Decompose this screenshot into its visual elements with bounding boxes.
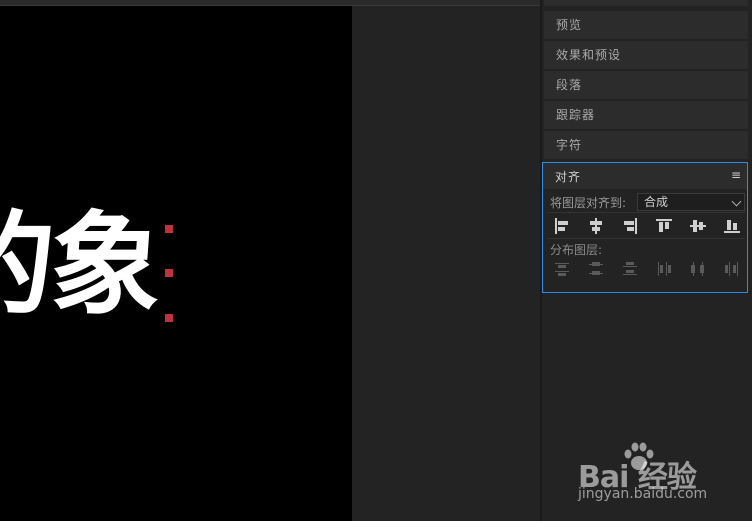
align-vertical-center-button[interactable]	[688, 216, 708, 236]
distribute-left-button[interactable]	[654, 259, 674, 279]
panel-tab-effects-presets[interactable]: 效果和预设	[544, 41, 748, 69]
align-panel-title: 对齐	[555, 170, 582, 184]
chevron-down-icon	[731, 196, 742, 207]
distribute-separator	[547, 238, 745, 239]
bounding-handle-top-right[interactable]	[165, 225, 173, 233]
align-panel: 对齐 ≡ 将图层对齐到: 合成 分布图层:	[542, 162, 748, 293]
distribute-left-icon	[658, 262, 671, 276]
align-separator	[547, 212, 745, 213]
panel-menu-icon[interactable]: ≡	[731, 168, 741, 182]
distribute-label: 分布图层:	[550, 243, 603, 257]
align-right-button[interactable]	[620, 216, 640, 236]
distribute-top-icon	[555, 263, 569, 276]
align-bottom-button[interactable]	[722, 216, 742, 236]
align-left-icon	[555, 218, 568, 234]
align-to-label: 将图层对齐到:	[550, 196, 627, 210]
composition-canvas[interactable]: 的象	[0, 6, 352, 521]
distribute-horizontal-center-icon	[691, 262, 704, 276]
align-top-icon	[656, 219, 672, 232]
panel-tab-tracker[interactable]: 跟踪器	[544, 101, 748, 129]
align-right-icon	[624, 218, 637, 234]
distribute-bottom-icon	[623, 262, 637, 275]
panel-tab-character[interactable]: 字符	[544, 131, 748, 159]
align-bottom-icon	[724, 220, 740, 233]
align-vertical-center-icon	[690, 220, 706, 232]
distribute-vertical-center-button[interactable]	[586, 259, 606, 279]
watermark-url: jingyan.baidu.com	[578, 486, 708, 502]
distribute-vertical-center-icon	[589, 262, 603, 275]
align-left-button[interactable]	[552, 216, 572, 236]
align-to-value: 合成	[644, 195, 669, 209]
canvas-text-layer[interactable]: 的象	[0, 201, 163, 331]
bounding-handle-bottom-right[interactable]	[165, 314, 173, 322]
align-to-dropdown[interactable]: 合成	[637, 193, 745, 211]
align-top-button[interactable]	[654, 216, 674, 236]
align-horizontal-center-button[interactable]	[586, 216, 606, 236]
panel-tab-preview[interactable]: 预览	[544, 11, 748, 39]
distribute-right-icon	[725, 262, 738, 276]
distribute-right-button[interactable]	[722, 259, 742, 279]
panel-tab-partial[interactable]	[544, 0, 748, 6]
bounding-handle-middle-right[interactable]	[165, 269, 173, 277]
baidu-jingyan-watermark: Bai 经验 jingyan.baidu.com	[560, 440, 750, 510]
distribute-bottom-button[interactable]	[620, 259, 640, 279]
distribute-horizontal-center-button[interactable]	[688, 259, 708, 279]
panel-tab-paragraph[interactable]: 段落	[544, 71, 748, 99]
distribute-top-button[interactable]	[552, 259, 572, 279]
align-panel-header[interactable]: 对齐 ≡	[543, 163, 747, 189]
align-horizontal-center-icon	[590, 218, 602, 234]
